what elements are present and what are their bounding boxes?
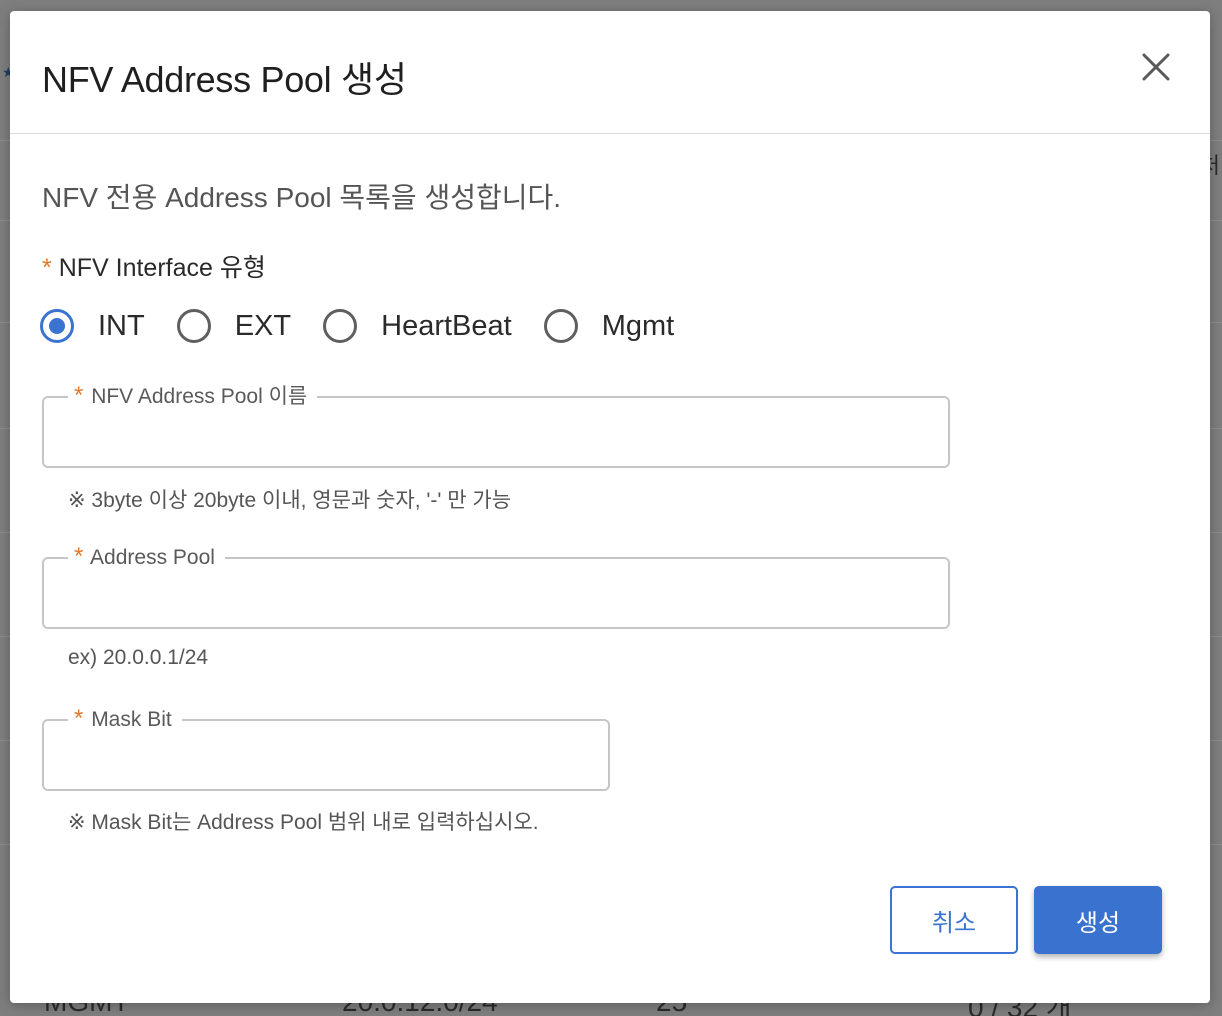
create-pool-dialog: NFV Address Pool 생성 NFV 전용 Address Pool … xyxy=(10,11,1210,1003)
radio-int[interactable]: INT xyxy=(40,309,177,343)
radio-label: EXT xyxy=(234,309,292,342)
pool-name-hint: ※ 3byte 이상 20byte 이내, 영문과 숫자, '-' 만 가능 xyxy=(68,489,512,512)
interface-type-radio-group: INT EXT HeartBeat Mgmt xyxy=(40,304,706,348)
pool-name-input[interactable] xyxy=(44,398,948,466)
radio-heartbeat[interactable]: HeartBeat xyxy=(323,309,544,343)
dialog-title: NFV Address Pool 생성 xyxy=(42,59,407,100)
create-button[interactable]: 생성 xyxy=(1034,886,1162,954)
pool-name-field: * NFV Address Pool 이름 xyxy=(42,382,950,468)
radio-unchecked-icon[interactable] xyxy=(543,309,578,343)
radio-label: Mgmt xyxy=(601,309,675,342)
close-button[interactable] xyxy=(1140,51,1172,83)
radio-unchecked-icon[interactable] xyxy=(323,309,358,343)
radio-unchecked-icon[interactable] xyxy=(176,309,211,343)
address-pool-hint: ex) 20.0.0.1/24 xyxy=(68,646,209,669)
address-pool-field: * Address Pool xyxy=(42,543,950,629)
required-mark: * xyxy=(42,254,52,282)
interface-type-label-text: NFV Interface 유형 xyxy=(58,254,266,282)
mask-bit-hint: ※ Mask Bit는 Address Pool 범위 내로 입력하십시오. xyxy=(68,811,539,834)
dialog-header: NFV Address Pool 생성 xyxy=(10,11,1210,134)
radio-mgmt[interactable]: Mgmt xyxy=(543,309,707,343)
dialog-description: NFV 전용 Address Pool 목록을 생성합니다. xyxy=(42,182,562,213)
close-icon xyxy=(1142,53,1170,81)
interface-type-label: * NFV Interface 유형 xyxy=(42,248,266,284)
radio-ext[interactable]: EXT xyxy=(176,309,323,343)
radio-label: INT xyxy=(98,309,145,342)
radio-label: HeartBeat xyxy=(381,309,512,342)
radio-checked-icon[interactable] xyxy=(40,309,74,343)
mask-bit-input[interactable] xyxy=(44,721,608,789)
mask-bit-field: * Mask Bit xyxy=(42,705,610,791)
address-pool-input[interactable] xyxy=(44,559,948,627)
cancel-button[interactable]: 취소 xyxy=(890,886,1018,954)
